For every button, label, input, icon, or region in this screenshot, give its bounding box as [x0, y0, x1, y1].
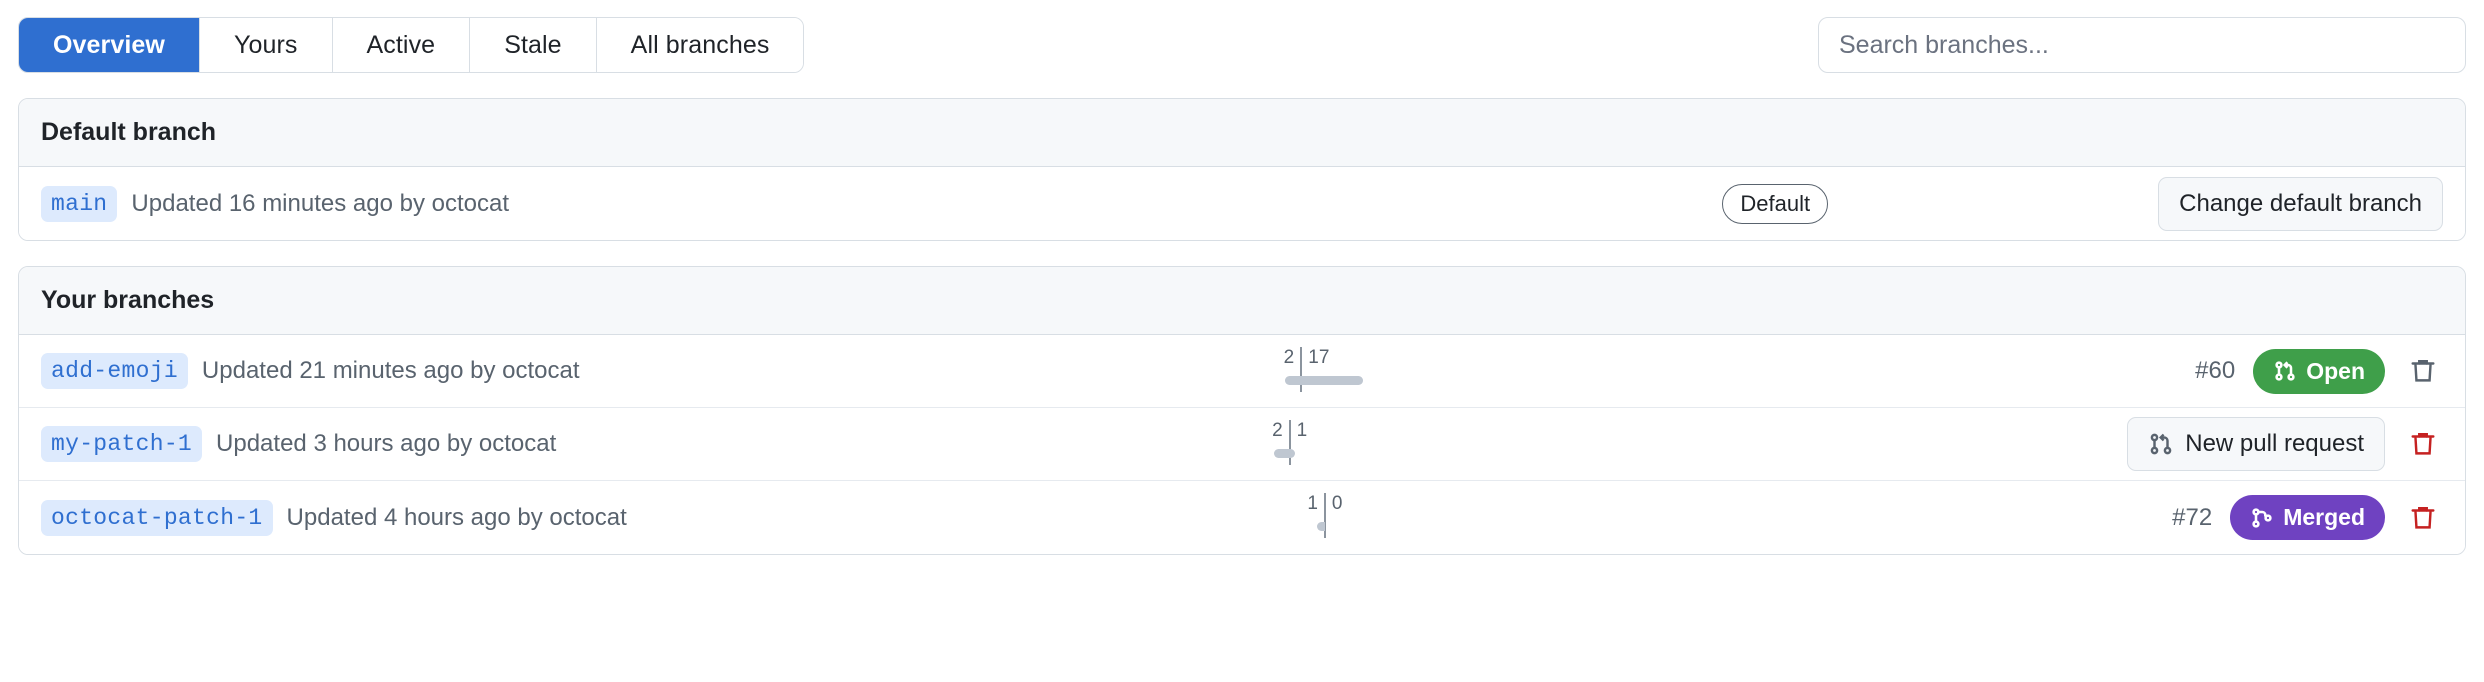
ahead-behind-graph: 2 1	[1190, 419, 1390, 469]
ahead-bar	[1273, 448, 1290, 458]
tab-all-branches[interactable]: All branches	[596, 18, 804, 72]
branch-meta: Updated 21 minutes ago by octocat	[201, 357, 580, 384]
status-badge-label: Open	[2306, 357, 2365, 384]
table-row: my-patch-1 Updated 3 hours ago by octoca…	[19, 408, 2465, 481]
row-actions: #60 Open	[2023, 348, 2443, 394]
tab-stale[interactable]: Stale	[470, 18, 597, 72]
tab-yours[interactable]: Yours	[199, 18, 333, 72]
ahead-behind-bars	[1210, 419, 1370, 469]
branch-info: add-emoji Updated 21 minutes ago by octo…	[41, 353, 580, 389]
search-container	[1818, 17, 2466, 73]
search-input[interactable]	[1818, 17, 2466, 73]
pull-request-icon	[2273, 359, 2297, 383]
change-default-branch-button[interactable]: Change default branch	[2158, 176, 2443, 231]
default-branch-panel: Default branch main Updated 16 minutes a…	[18, 98, 2466, 241]
tab-overview[interactable]: Overview	[19, 18, 200, 72]
trash-icon	[2408, 429, 2438, 459]
git-merge-icon	[2250, 506, 2274, 530]
branch-name-octocat-patch-1[interactable]: octocat-patch-1	[41, 499, 273, 536]
branch-filter-tabs: Overview Yours Active Stale All branches	[18, 17, 805, 73]
delete-branch-button[interactable]	[2403, 424, 2443, 464]
behind-bar	[1301, 375, 1364, 385]
branch-info: octocat-patch-1 Updated 4 hours ago by o…	[41, 499, 627, 536]
pr-number[interactable]: #60	[2195, 357, 2235, 385]
ahead-count: 2	[1272, 419, 1283, 441]
status-badge-label: Merged	[2283, 504, 2365, 530]
ahead-behind-graph: 1 0	[1225, 493, 1425, 542]
default-branch-heading: Default branch	[19, 99, 2465, 167]
status-badge[interactable]: Open	[2253, 348, 2385, 394]
ahead-bar	[1285, 375, 1302, 385]
delete-branch-button[interactable]	[2403, 351, 2443, 391]
divergence-axis	[1300, 346, 1303, 392]
pr-number[interactable]: #72	[2172, 504, 2212, 532]
trash-icon	[2408, 356, 2438, 386]
branch-name-main[interactable]: main	[41, 185, 118, 222]
row-actions: New pull request	[2023, 417, 2443, 471]
status-badge[interactable]: Merged	[2230, 495, 2385, 540]
ahead-count: 2	[1283, 346, 1295, 368]
ahead-count: 1	[1307, 493, 1318, 514]
branch-meta: Updated 16 minutes ago by octocat	[131, 189, 509, 217]
branch-info: my-patch-1 Updated 3 hours ago by octoca…	[41, 426, 556, 462]
ahead-behind-bars	[1221, 346, 1381, 396]
pull-request-icon	[2148, 431, 2174, 457]
tab-active[interactable]: Active	[332, 18, 471, 72]
branch-name-my-patch-1[interactable]: my-patch-1	[41, 426, 203, 462]
new-pull-request-label: New pull request	[2185, 430, 2365, 457]
branch-meta: Updated 4 hours ago by octocat	[286, 503, 627, 531]
divergence-axis	[1288, 419, 1291, 465]
table-row: octocat-patch-1 Updated 4 hours ago by o…	[19, 481, 2465, 554]
branches-page: Overview Yours Active Stale All branches…	[0, 0, 2484, 682]
table-row: add-emoji Updated 21 minutes ago by octo…	[19, 335, 2465, 408]
trash-icon	[2408, 503, 2438, 533]
default-branch-info: main Updated 16 minutes ago by octocat	[41, 185, 509, 222]
behind-count: 17	[1308, 346, 1330, 368]
ahead-bar	[1316, 522, 1325, 531]
behind-count: 1	[1296, 419, 1308, 441]
behind-count: 0	[1331, 493, 1343, 514]
row-actions: #72 Merged	[2023, 495, 2443, 540]
branches-toolbar: Overview Yours Active Stale All branches	[18, 0, 2466, 73]
your-branches-panel: Your branches add-emoji Updated 21 minut…	[18, 266, 2466, 555]
default-branch-actions: Default Change default branch	[1722, 176, 2443, 231]
behind-bar	[1289, 448, 1295, 458]
default-badge: Default	[1722, 183, 1829, 224]
ahead-behind-bars	[1245, 493, 1405, 542]
branch-name-add-emoji[interactable]: add-emoji	[41, 353, 188, 389]
branch-meta: Updated 3 hours ago by octocat	[216, 430, 557, 457]
delete-branch-button[interactable]	[2403, 498, 2443, 538]
your-branches-heading: Your branches	[19, 267, 2465, 335]
divergence-axis	[1323, 493, 1326, 538]
ahead-behind-graph: 2 17	[1201, 346, 1401, 396]
new-pull-request-button[interactable]: New pull request	[2127, 417, 2386, 471]
default-branch-row: main Updated 16 minutes ago by octocat D…	[19, 167, 2465, 240]
